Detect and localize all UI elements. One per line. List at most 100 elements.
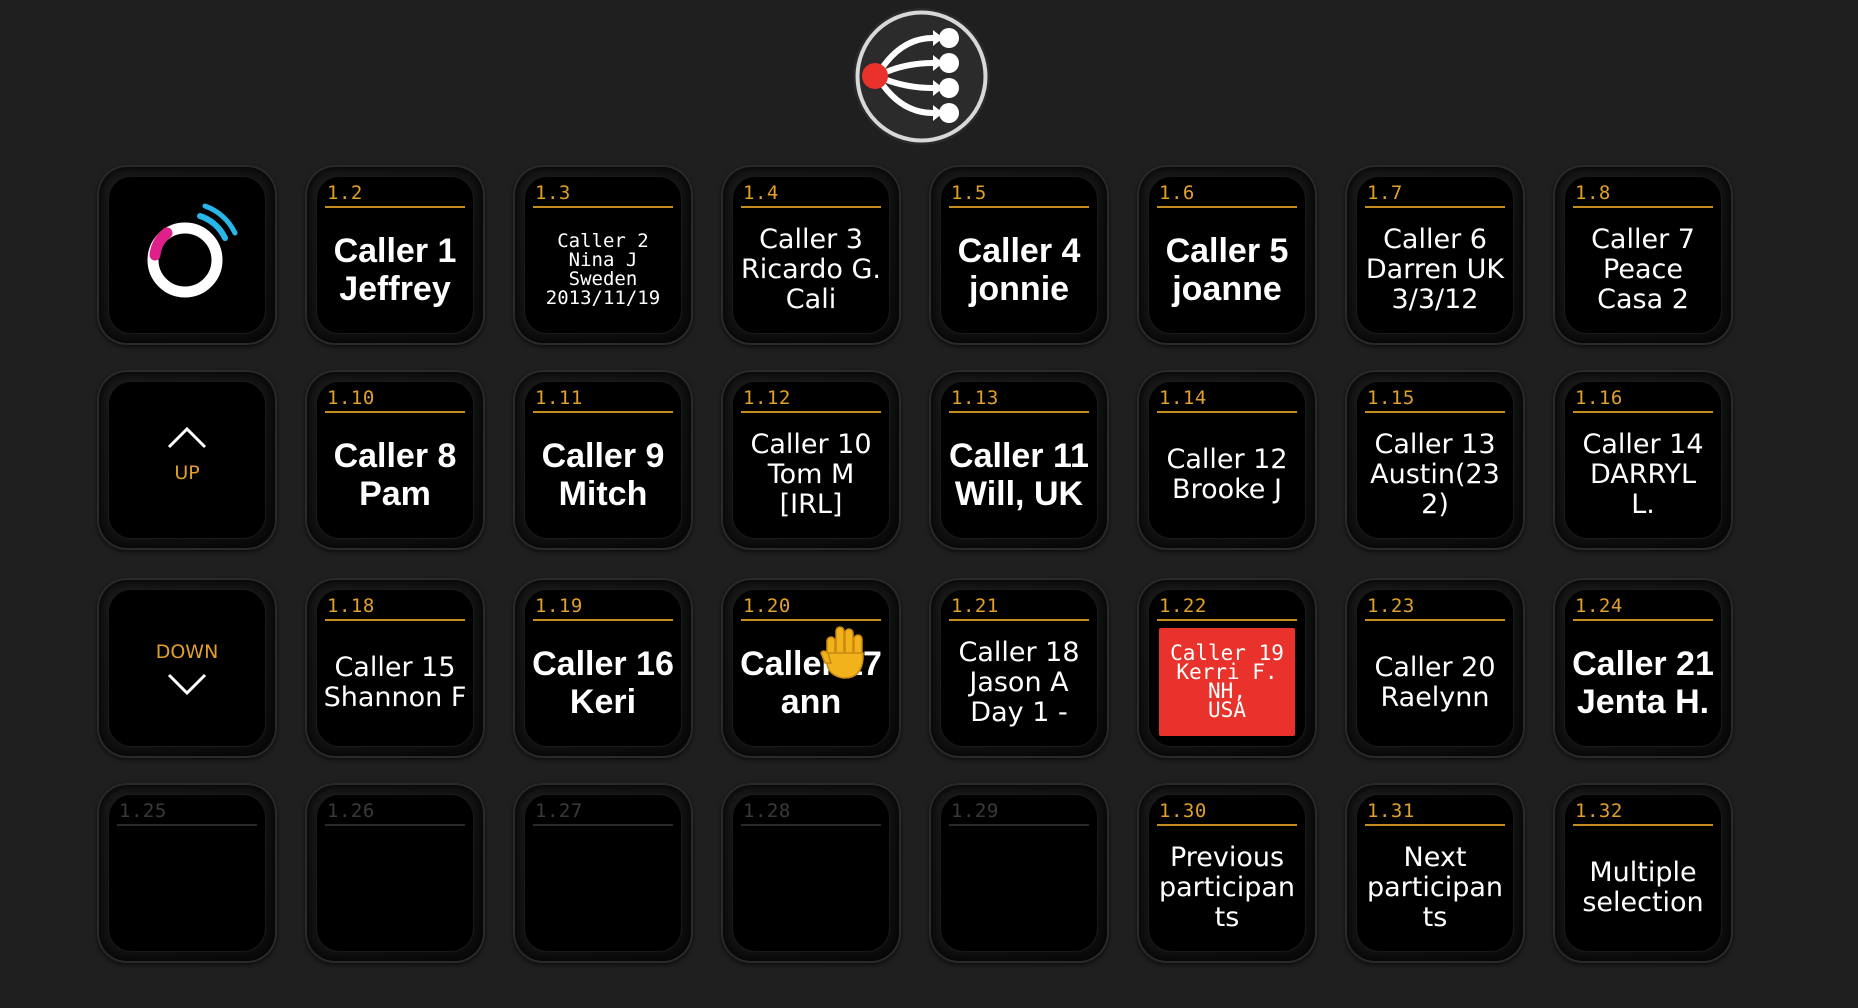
- key-divider: [1157, 411, 1297, 413]
- key-label: Caller 16 Keri: [532, 645, 674, 721]
- key-divider: [533, 411, 673, 413]
- key-1-32[interactable]: 1.32 Multiple selection: [1553, 783, 1733, 963]
- key-divider: [325, 206, 465, 208]
- page-up-button[interactable]: UP: [97, 370, 277, 550]
- key-divider: [741, 206, 881, 208]
- key-label: Caller 11 Will, UK: [949, 437, 1089, 513]
- key-label: Next participan ts: [1366, 842, 1503, 933]
- key-divider: [1365, 824, 1505, 826]
- key-1-28[interactable]: 1.28: [721, 783, 901, 963]
- key-label: Caller 20 Raelynn: [1374, 652, 1496, 713]
- key-number: 1.4: [743, 182, 779, 204]
- key-number: 1.14: [1159, 387, 1207, 409]
- key-divider: [117, 824, 257, 826]
- key-divider: [1157, 206, 1297, 208]
- key-number: 1.25: [119, 800, 167, 822]
- key-divider: [1365, 411, 1505, 413]
- key-1-26[interactable]: 1.26: [305, 783, 485, 963]
- key-label: Caller 14 DARRYL L.: [1582, 429, 1704, 520]
- key-divider: [533, 619, 673, 621]
- key-number: 1.31: [1367, 800, 1415, 822]
- key-1-15[interactable]: 1.15 Caller 13 Austin(23 2): [1345, 370, 1525, 550]
- key-divider: [325, 619, 465, 621]
- key-divider: [1157, 824, 1297, 826]
- key-1-7[interactable]: 1.7 Caller 6 Darren UK 3/3/12: [1345, 165, 1525, 345]
- key-divider: [1573, 619, 1713, 621]
- key-divider: [741, 619, 881, 621]
- key-1-18[interactable]: 1.18 Caller 15 Shannon F: [305, 578, 485, 758]
- key-label: Caller 7 Peace Casa 2: [1591, 224, 1695, 315]
- key-1-13[interactable]: 1.13 Caller 11 Will, UK: [929, 370, 1109, 550]
- chevron-up-icon: [167, 426, 207, 449]
- brand-logo-key[interactable]: [97, 165, 277, 345]
- key-1-16[interactable]: 1.16 Caller 14 DARRYL L.: [1553, 370, 1733, 550]
- key-label: Caller 19 Kerri F. NH, USA: [1159, 628, 1295, 736]
- key-number: 1.21: [951, 595, 999, 617]
- key-divider: [949, 411, 1089, 413]
- key-label: Previous participan ts: [1158, 842, 1295, 933]
- key-divider: [741, 411, 881, 413]
- key-number: 1.8: [1575, 182, 1611, 204]
- raised-hand-icon: [820, 626, 864, 679]
- key-number: 1.32: [1575, 800, 1623, 822]
- page-down-button[interactable]: DOWN: [97, 578, 277, 758]
- key-number: 1.16: [1575, 387, 1623, 409]
- key-1-29[interactable]: 1.29: [929, 783, 1109, 963]
- key-label: Caller 2 Nina J Sweden 2013/11/19: [545, 230, 661, 309]
- key-divider: [533, 206, 673, 208]
- key-label: Caller 1 Jeffrey: [333, 232, 457, 308]
- key-divider: [1365, 619, 1505, 621]
- key-divider: [1573, 411, 1713, 413]
- key-number: 1.12: [743, 387, 791, 409]
- key-label: Caller 4 jonnie: [957, 232, 1081, 308]
- key-divider: [949, 824, 1089, 826]
- key-1-8[interactable]: 1.8 Caller 7 Peace Casa 2: [1553, 165, 1733, 345]
- key-number: 1.10: [327, 387, 375, 409]
- key-divider: [325, 824, 465, 826]
- key-number: 1.24: [1575, 595, 1623, 617]
- key-1-22[interactable]: 1.22 Caller 19 Kerri F. NH, USA: [1137, 578, 1317, 758]
- key-1-31[interactable]: 1.31 Next participan ts: [1345, 783, 1525, 963]
- key-1-20[interactable]: 1.20 Caller 17 ann: [721, 578, 901, 758]
- key-1-4[interactable]: 1.4 Caller 3 Ricardo G. Cali: [721, 165, 901, 345]
- key-1-12[interactable]: 1.12 Caller 10 Tom M [IRL]: [721, 370, 901, 550]
- key-number: 1.3: [535, 182, 571, 204]
- key-divider: [949, 206, 1089, 208]
- key-1-19[interactable]: 1.19 Caller 16 Keri: [513, 578, 693, 758]
- key-1-23[interactable]: 1.23 Caller 20 Raelynn: [1345, 578, 1525, 758]
- key-number: 1.22: [1159, 595, 1207, 617]
- circle-signal-logo-icon: [147, 203, 238, 298]
- key-number: 1.6: [1159, 182, 1195, 204]
- key-label: Caller 6 Darren UK 3/3/12: [1365, 224, 1505, 315]
- key-number: 1.7: [1367, 182, 1403, 204]
- key-number: 1.29: [951, 800, 999, 822]
- key-label: Caller 21 Jenta H.: [1572, 645, 1714, 721]
- key-number: 1.11: [535, 387, 583, 409]
- key-1-2[interactable]: 1.2 Caller 1 Jeffrey: [305, 165, 485, 345]
- key-1-3[interactable]: 1.3 Caller 2 Nina J Sweden 2013/11/19: [513, 165, 693, 345]
- key-label: Caller 18 Jason A Day 1 -: [958, 637, 1080, 728]
- key-1-21[interactable]: 1.21 Caller 18 Jason A Day 1 -: [929, 578, 1109, 758]
- key-number: 1.28: [743, 800, 791, 822]
- key-divider: [1365, 206, 1505, 208]
- up-label: UP: [174, 462, 200, 484]
- key-label: Caller 3 Ricardo G. Cali: [740, 224, 882, 315]
- key-label: Caller 15 Shannon F: [323, 652, 467, 713]
- key-1-24[interactable]: 1.24 Caller 21 Jenta H.: [1553, 578, 1733, 758]
- key-1-5[interactable]: 1.5 Caller 4 jonnie: [929, 165, 1109, 345]
- key-divider: [1573, 206, 1713, 208]
- key-divider: [325, 411, 465, 413]
- key-1-6[interactable]: 1.6 Caller 5 joanne: [1137, 165, 1317, 345]
- key-label: Multiple selection: [1582, 857, 1704, 918]
- key-label: Caller 5 joanne: [1165, 232, 1289, 308]
- key-divider: [533, 824, 673, 826]
- key-1-25[interactable]: 1.25: [97, 783, 277, 963]
- key-1-11[interactable]: 1.11 Caller 9 Mitch: [513, 370, 693, 550]
- key-1-10[interactable]: 1.10 Caller 8 Pam: [305, 370, 485, 550]
- key-label: Caller 8 Pam: [333, 437, 457, 513]
- key-divider: [1573, 824, 1713, 826]
- key-number: 1.19: [535, 595, 583, 617]
- key-1-14[interactable]: 1.14 Caller 12 Brooke J: [1137, 370, 1317, 550]
- key-1-27[interactable]: 1.27: [513, 783, 693, 963]
- key-1-30[interactable]: 1.30 Previous participan ts: [1137, 783, 1317, 963]
